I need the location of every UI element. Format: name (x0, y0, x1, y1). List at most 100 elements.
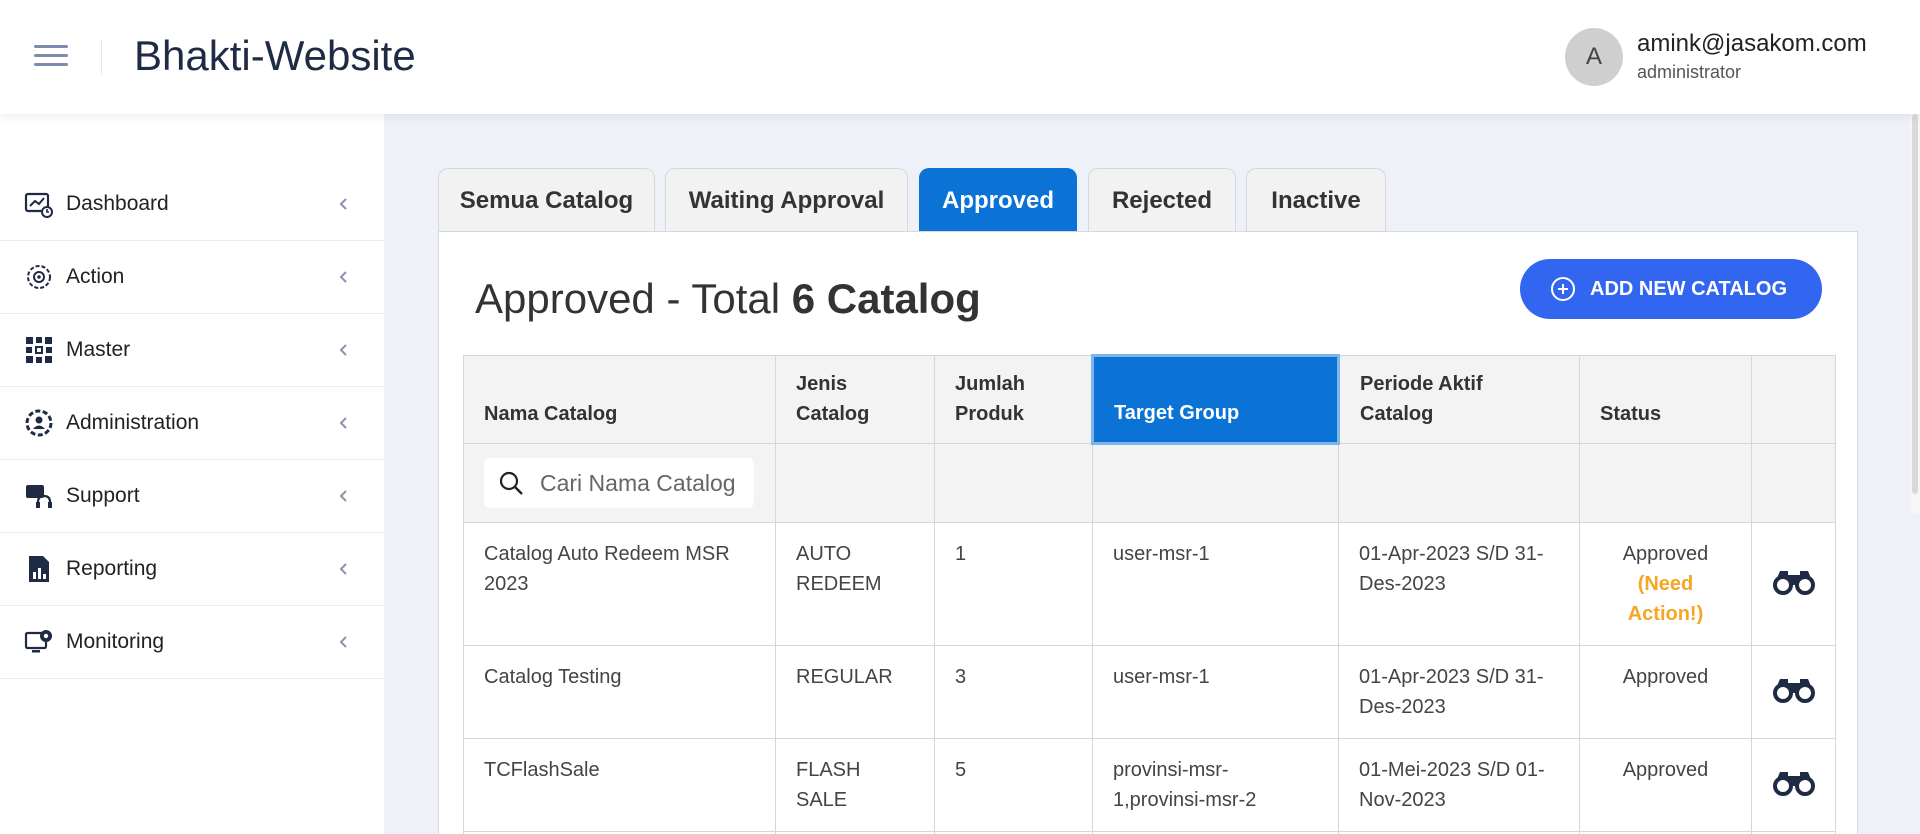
cell-nama-catalog: Catalog Testing (463, 645, 776, 739)
avatar[interactable]: A (1565, 28, 1623, 86)
sidebar-item-action[interactable]: Action (0, 241, 384, 314)
sidebar-item-label: Administration (66, 411, 200, 434)
table-row: TCFlashSale FLASH SALE 5 provinsi-msr-1,… (463, 738, 1836, 832)
dashboard-icon (24, 192, 53, 218)
column-header-target-group[interactable]: Target Group (1091, 354, 1340, 445)
cell-periode-aktif: 01-Mei-2023 S/D 01-Nov-2023 (1338, 738, 1580, 832)
search-cell (463, 443, 776, 523)
filter-row (463, 443, 1836, 523)
cell-target-group: user-msr-1 (1092, 645, 1339, 739)
tab-approved[interactable]: Approved (919, 168, 1077, 232)
sidebar-item-label: Support (66, 484, 140, 507)
table-row: Catalog Auto Redeem MSR 2023 AUTO REDEEM… (463, 522, 1836, 646)
search-input[interactable] (540, 469, 740, 497)
user-role: administrator (1637, 62, 1742, 82)
filter-cell (1579, 443, 1752, 523)
status-text: Approved (1622, 543, 1709, 565)
cell-target-group: provinsi-msr-1,provinsi-msr-2 (1092, 738, 1339, 832)
tab-waiting-approval[interactable]: Waiting Approval (665, 168, 908, 232)
filter-cell (934, 443, 1093, 523)
search-icon (499, 471, 523, 495)
sidebar-item-label: Monitoring (66, 630, 165, 653)
filter-cell (1092, 443, 1339, 523)
cell-status: Approved (1579, 645, 1752, 739)
scrollbar-thumb[interactable] (1912, 114, 1918, 494)
cell-nama-catalog: TCFlashSale (463, 738, 776, 832)
page-title-prefix: Approved - Total (475, 275, 792, 322)
cell-jumlah-produk: 5 (934, 738, 1093, 832)
need-action-badge: (Need Action!) (1627, 573, 1704, 625)
monitoring-icon (24, 630, 52, 653)
sidebar-item-reporting[interactable]: Reporting (0, 533, 384, 606)
chevron-left-icon (339, 417, 347, 429)
plus-circle-icon (1551, 277, 1575, 301)
cell-nama-catalog: Catalog Auto Redeem MSR 2023 (463, 522, 776, 646)
page-title-count: 6 Catalog (791, 275, 981, 322)
filter-cell (775, 443, 935, 523)
binoculars-icon[interactable] (1772, 565, 1816, 595)
catalog-table: Nama Catalog Jenis Catalog Jumlah Produk… (463, 354, 1836, 834)
column-header-jenis-catalog[interactable]: Jenis Catalog (775, 355, 935, 444)
sidebar-item-label: Reporting (66, 557, 158, 580)
binoculars-icon[interactable] (1772, 766, 1816, 796)
sidebar-item-administration[interactable]: Administration (0, 387, 384, 460)
chevron-left-icon (339, 636, 347, 648)
cell-jumlah-produk: 3 (934, 645, 1093, 739)
filter-cell (1751, 443, 1836, 523)
status-text: Approved (1622, 666, 1709, 688)
user-email[interactable]: amink@jasakom.com (1637, 30, 1867, 58)
cell-status: Approved (Need Action!) (1579, 522, 1752, 646)
sidebar: Dashboard Action Master Administration S… (0, 114, 384, 834)
column-header-periode-aktif[interactable]: Periode Aktif Catalog (1338, 355, 1580, 444)
add-new-catalog-button[interactable]: ADD NEW CATALOG (1520, 259, 1822, 319)
cell-periode-aktif: 01-Apr-2023 S/D 31-Des-2023 (1338, 645, 1580, 739)
sidebar-item-master[interactable]: Master (0, 314, 384, 387)
cell-action (1751, 522, 1836, 646)
reporting-icon (29, 556, 49, 582)
chevron-left-icon (339, 344, 347, 356)
search-box[interactable] (484, 458, 754, 508)
app-title: Bhakti-Website (134, 32, 416, 79)
table-header-row: Nama Catalog Jenis Catalog Jumlah Produk… (463, 354, 1836, 445)
add-new-catalog-label: ADD NEW CATALOG (1590, 277, 1788, 300)
sidebar-item-dashboard[interactable]: Dashboard (0, 168, 384, 241)
cell-jenis-catalog: AUTO REDEEM (775, 522, 935, 646)
table-row: Catalog Testing REGULAR 3 user-msr-1 01-… (463, 645, 1836, 739)
cell-jenis-catalog: FLASH SALE (775, 738, 935, 832)
column-header-action (1751, 355, 1836, 444)
cell-periode-aktif: 01-Apr-2023 S/D 31-Des-2023 (1338, 522, 1580, 646)
sidebar-item-label: Dashboard (66, 192, 169, 215)
action-icon (27, 265, 51, 289)
cell-action (1751, 738, 1836, 832)
sidebar-item-label: Master (66, 338, 131, 361)
sidebar-item-label: Action (66, 265, 125, 288)
chevron-left-icon (339, 271, 347, 283)
column-header-status[interactable]: Status (1579, 355, 1752, 444)
status-text: Approved (1622, 759, 1709, 781)
hamburger-menu-icon[interactable] (34, 45, 68, 69)
chevron-left-icon (339, 198, 347, 210)
tab-inactive[interactable]: Inactive (1246, 168, 1386, 232)
master-icon (26, 337, 52, 363)
filter-cell (1338, 443, 1580, 523)
cell-jenis-catalog: REGULAR (775, 645, 935, 739)
cell-target-group: user-msr-1 (1092, 522, 1339, 646)
page-scrollbar[interactable] (1910, 114, 1920, 514)
cell-action (1751, 645, 1836, 739)
column-header-jumlah-produk[interactable]: Jumlah Produk (934, 355, 1093, 444)
column-header-nama-catalog[interactable]: Nama Catalog (463, 355, 776, 444)
chevron-left-icon (339, 490, 347, 502)
sidebar-item-monitoring[interactable]: Monitoring (0, 606, 384, 679)
tab-rejected[interactable]: Rejected (1088, 168, 1236, 232)
tab-semua-catalog[interactable]: Semua Catalog (438, 168, 655, 232)
chevron-left-icon (339, 563, 347, 575)
administration-icon (25, 409, 53, 437)
page-title: Approved - Total 6 Catalog (475, 275, 981, 323)
header-divider (101, 40, 102, 74)
sidebar-item-support[interactable]: Support (0, 460, 384, 533)
binoculars-icon[interactable] (1772, 673, 1816, 703)
support-icon (26, 485, 52, 508)
cell-jumlah-produk: 1 (934, 522, 1093, 646)
cell-status: Approved (1579, 738, 1752, 832)
top-header: Bhakti-Website A amink@jasakom.com admin… (0, 0, 1920, 114)
